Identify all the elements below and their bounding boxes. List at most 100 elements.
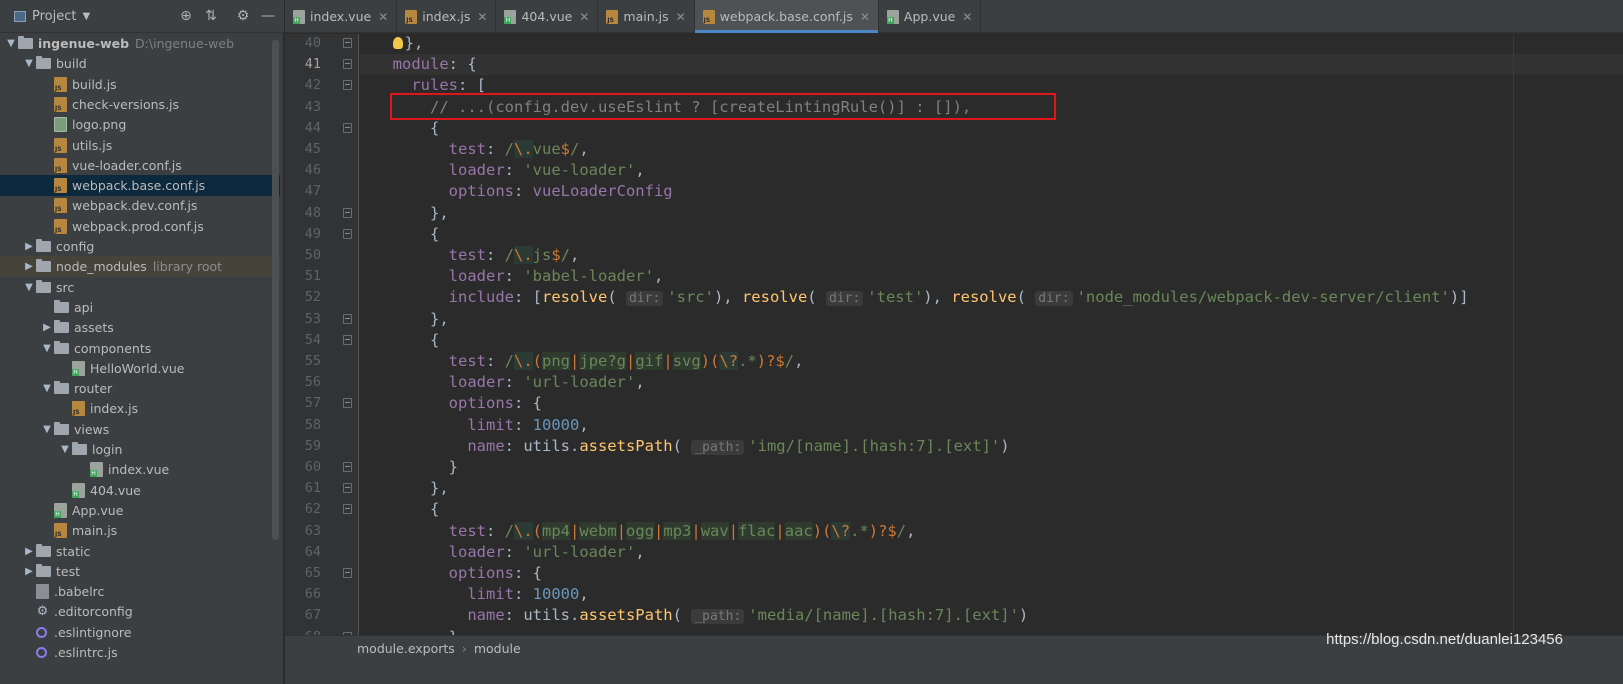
close-icon[interactable]: ✕ [962, 10, 972, 24]
locate-file-icon[interactable]: ⊕ [178, 8, 194, 24]
code-line[interactable]: }, [360, 203, 1623, 224]
tree-item[interactable]: ▼ router [0, 378, 280, 399]
close-icon[interactable]: ✕ [579, 10, 589, 24]
tree-item[interactable]: 404.vue [0, 480, 280, 501]
chevron-down-icon[interactable]: ▼ [82, 11, 90, 22]
tree-item[interactable]: vue-loader.conf.js [0, 155, 280, 176]
code-line[interactable]: test: /\.vue$/, [360, 139, 1623, 160]
tree-item[interactable]: .eslintignore [0, 622, 280, 643]
code-line[interactable]: options: { [360, 563, 1623, 584]
tree-item[interactable]: webpack.base.conf.js [0, 175, 280, 197]
tree-item[interactable]: HelloWorld.vue [0, 358, 280, 379]
tree-item[interactable]: .eslintrc.js [0, 642, 280, 663]
fold-marker-icon[interactable] [343, 334, 352, 345]
collapse-arrow-icon[interactable]: ▶ [40, 322, 54, 333]
tree-item[interactable]: ⚙ .editorconfig [0, 601, 280, 622]
code-line[interactable]: { [360, 224, 1623, 245]
code-line[interactable]: limit: 10000, [360, 584, 1623, 605]
fold-marker-icon[interactable] [343, 80, 352, 91]
tree-item[interactable]: ▶ config [0, 236, 280, 257]
fold-marker-icon[interactable] [343, 122, 352, 133]
code-line[interactable]: test: /\.(mp4|webm|ogg|mp3|wav|flac|aac)… [360, 521, 1623, 542]
code-line[interactable]: { [360, 330, 1623, 351]
fold-marker-icon[interactable] [343, 568, 352, 578]
tree-item[interactable]: api [0, 297, 280, 318]
tree-item[interactable]: ▶ static [0, 541, 280, 562]
project-scrollbar[interactable] [272, 40, 279, 540]
expand-arrow-icon[interactable]: ▼ [40, 383, 54, 394]
fold-marker-icon[interactable] [343, 59, 352, 70]
close-icon[interactable]: ✕ [860, 10, 870, 24]
hide-panel-icon[interactable]: — [260, 8, 276, 24]
expand-arrow-icon[interactable]: ▼ [22, 58, 36, 69]
tree-item[interactable]: ▼ login [0, 439, 280, 460]
editor-tab[interactable]: index.js ✕ [397, 0, 497, 33]
tree-item[interactable]: ▼ build [0, 53, 280, 74]
tree-item[interactable]: ▶ node_modules library root [0, 256, 280, 278]
tree-item[interactable]: index.vue [0, 459, 280, 480]
project-view-selector[interactable]: Project ▼ [14, 9, 90, 24]
fold-marker-icon[interactable] [343, 462, 352, 472]
code-line[interactable]: } [360, 457, 1623, 478]
tree-item[interactable]: utils.js [0, 135, 280, 156]
code-line[interactable]: test: /\.(png|jpe?g|gif|svg)(\?.*)?$/, [360, 351, 1623, 372]
tree-item[interactable]: check-versions.js [0, 94, 280, 115]
tree-item[interactable]: ▼ views [0, 419, 280, 440]
tree-item[interactable]: ▼ ingenue-web D:\ingenue-web [0, 33, 280, 54]
tree-item[interactable]: build.js [0, 74, 280, 95]
code-line[interactable]: options: { [360, 393, 1623, 414]
fold-marker-icon[interactable] [343, 38, 352, 48]
code-line[interactable]: name: utils.assetsPath( _path:'media/[na… [360, 605, 1623, 626]
editor-tab[interactable]: webpack.base.conf.js ✕ [694, 0, 879, 33]
code-line[interactable]: }, [360, 309, 1623, 330]
code-line[interactable]: loader: 'url-loader', [360, 372, 1623, 393]
code-line[interactable]: module: { [360, 54, 1623, 75]
tree-item[interactable]: ▼ components [0, 338, 280, 359]
code-line[interactable]: { [360, 499, 1623, 520]
lightbulb-icon[interactable] [392, 37, 403, 49]
code-line[interactable]: loader: 'vue-loader', [360, 160, 1623, 181]
tree-item[interactable]: .babelrc [0, 581, 280, 602]
code-line[interactable]: loader: 'babel-loader', [360, 266, 1623, 287]
gear-icon[interactable]: ⚙ [235, 8, 251, 24]
close-icon[interactable]: ✕ [676, 10, 686, 24]
editor-tab[interactable]: main.js ✕ [598, 0, 695, 33]
code-line[interactable]: loader: 'url-loader', [360, 542, 1623, 563]
close-icon[interactable]: ✕ [477, 10, 487, 24]
code-line[interactable]: include: [resolve( dir:'src'), resolve( … [360, 287, 1623, 308]
expand-arrow-icon[interactable]: ▼ [58, 444, 72, 455]
collapse-arrow-icon[interactable]: ▶ [22, 546, 36, 557]
fold-marker-icon[interactable] [343, 228, 352, 239]
tree-item[interactable]: index.js [0, 398, 280, 419]
code-line[interactable]: }, [360, 478, 1623, 499]
editor-tab[interactable]: 404.vue ✕ [496, 0, 599, 33]
breadcrumb-item[interactable]: module.exports [357, 641, 455, 656]
code-line[interactable]: options: vueLoaderConfig [360, 181, 1623, 202]
fold-marker-icon[interactable] [343, 207, 352, 218]
tree-item[interactable]: webpack.dev.conf.js [0, 195, 280, 216]
tree-item[interactable]: ▶ test [0, 561, 280, 582]
code-line[interactable]: { [360, 118, 1623, 139]
code-line[interactable]: test: /\.js$/, [360, 245, 1623, 266]
code-line[interactable]: }, [360, 34, 1623, 54]
expand-arrow-icon[interactable]: ▼ [22, 282, 36, 293]
tree-item[interactable]: App.vue [0, 500, 280, 521]
fold-marker-icon[interactable] [343, 504, 352, 515]
tree-item[interactable]: main.js [0, 520, 280, 541]
expand-arrow-icon[interactable]: ▼ [4, 38, 18, 49]
fold-marker-icon[interactable] [343, 313, 352, 324]
code-line[interactable]: limit: 10000, [360, 415, 1623, 436]
fold-marker-icon[interactable] [343, 398, 352, 409]
collapse-arrow-icon[interactable]: ▶ [22, 261, 36, 272]
tree-item[interactable]: ▼ src [0, 277, 280, 298]
editor-tab[interactable]: App.vue ✕ [879, 0, 982, 33]
breadcrumb-item[interactable]: module [474, 641, 521, 656]
close-icon[interactable]: ✕ [378, 10, 388, 24]
expand-arrow-icon[interactable]: ▼ [40, 424, 54, 435]
collapse-all-icon[interactable]: ⇅ [203, 8, 219, 24]
code-editor[interactable]: 40 41 42 43 44 45 46 47 48 49 50 51 52 53 54 55 56 57 58 59… [285, 34, 1623, 635]
collapse-arrow-icon[interactable]: ▶ [22, 566, 36, 577]
tree-item[interactable]: ▶ assets [0, 317, 280, 338]
tree-item[interactable]: webpack.prod.conf.js [0, 216, 280, 237]
collapse-arrow-icon[interactable]: ▶ [22, 241, 36, 252]
